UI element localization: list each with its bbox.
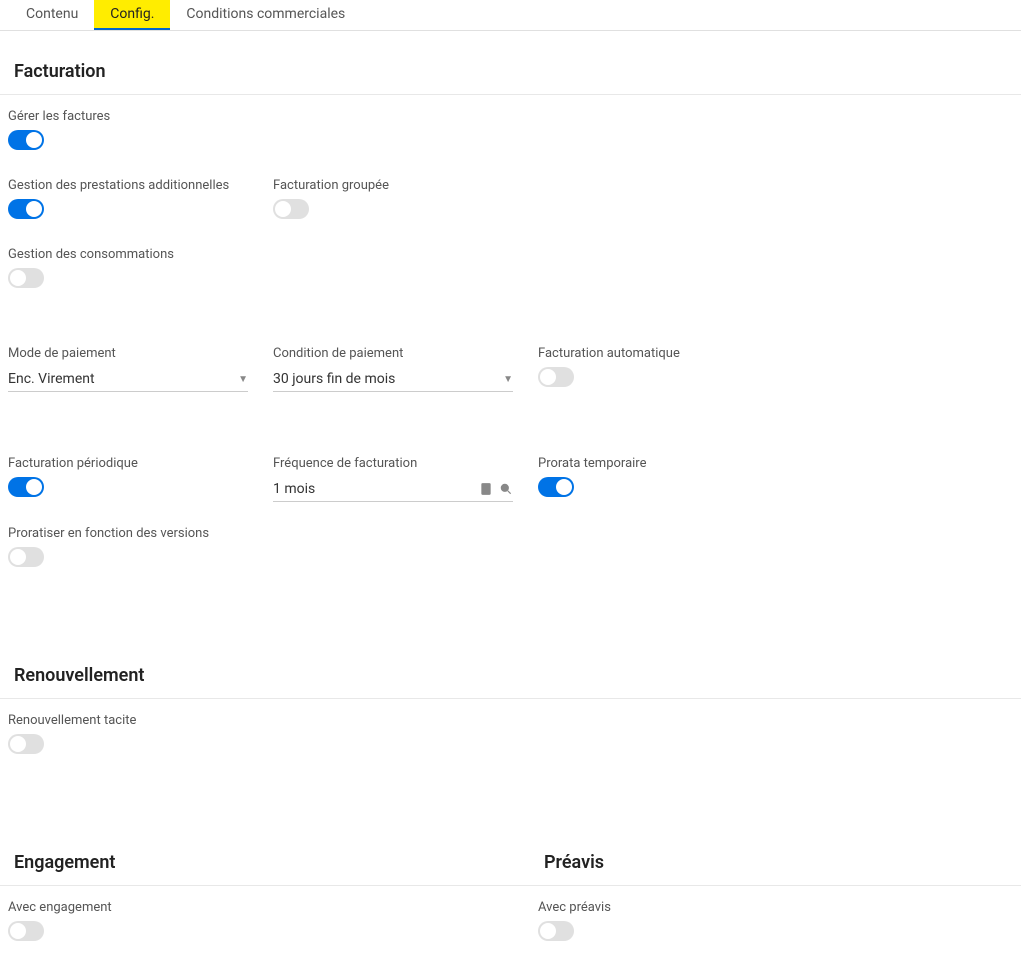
toggle-proratiser-versions[interactable] xyxy=(8,547,44,567)
label-avec-engagement: Avec engagement xyxy=(8,900,273,915)
tab-contenu[interactable]: Contenu xyxy=(10,0,94,30)
label-facturation-periodique: Facturation périodique xyxy=(8,456,273,471)
section-title-renouvellement: Renouvellement xyxy=(0,655,1021,699)
tab-config[interactable]: Config. xyxy=(94,0,170,30)
toggle-facturation-groupee[interactable] xyxy=(273,199,309,219)
label-proratiser-versions: Proratiser en fonction des versions xyxy=(8,526,226,541)
toggle-avec-preavis[interactable] xyxy=(538,921,574,941)
label-gestion-consommations: Gestion des consommations xyxy=(8,247,273,262)
label-mode-paiement: Mode de paiement xyxy=(8,346,273,361)
select-mode-paiement[interactable]: Enc. Virement ▼ xyxy=(8,367,248,392)
value-frequence: 1 mois xyxy=(273,481,479,497)
section-title-preavis: Préavis xyxy=(530,842,1021,886)
input-frequence[interactable]: 1 mois xyxy=(273,477,513,502)
label-renouvellement-tacite: Renouvellement tacite xyxy=(8,713,273,728)
label-facturation-auto: Facturation automatique xyxy=(538,346,803,361)
toggle-facturation-auto[interactable] xyxy=(538,367,574,387)
tab-conditions[interactable]: Conditions commerciales xyxy=(170,0,361,30)
label-gerer-factures: Gérer les factures xyxy=(8,109,273,124)
toggle-gerer-factures[interactable] xyxy=(8,130,44,150)
chevron-down-icon: ▼ xyxy=(503,374,513,385)
label-gestion-prestations: Gestion des prestations additionnelles xyxy=(8,178,273,193)
toggle-prorata-temporaire[interactable] xyxy=(538,477,574,497)
tab-bar: Contenu Config. Conditions commerciales xyxy=(0,0,1021,31)
toggle-gestion-prestations[interactable] xyxy=(8,199,44,219)
document-icon[interactable] xyxy=(479,482,493,496)
toggle-gestion-consommations[interactable] xyxy=(8,268,44,288)
value-mode-paiement: Enc. Virement xyxy=(8,371,95,387)
toggle-renouvellement-tacite[interactable] xyxy=(8,734,44,754)
label-frequence: Fréquence de facturation xyxy=(273,456,538,471)
section-title-engagement: Engagement xyxy=(0,842,530,886)
toggle-avec-engagement[interactable] xyxy=(8,921,44,941)
value-condition-paiement: 30 jours fin de mois xyxy=(273,371,395,387)
section-title-facturation: Facturation xyxy=(0,51,1021,95)
search-icon[interactable] xyxy=(499,482,513,496)
label-condition-paiement: Condition de paiement xyxy=(273,346,538,361)
chevron-down-icon: ▼ xyxy=(238,374,248,385)
toggle-facturation-periodique[interactable] xyxy=(8,477,44,497)
label-avec-preavis: Avec préavis xyxy=(538,900,803,915)
select-condition-paiement[interactable]: 30 jours fin de mois ▼ xyxy=(273,367,513,392)
label-facturation-groupee: Facturation groupée xyxy=(273,178,538,193)
label-prorata-temporaire: Prorata temporaire xyxy=(538,456,803,471)
